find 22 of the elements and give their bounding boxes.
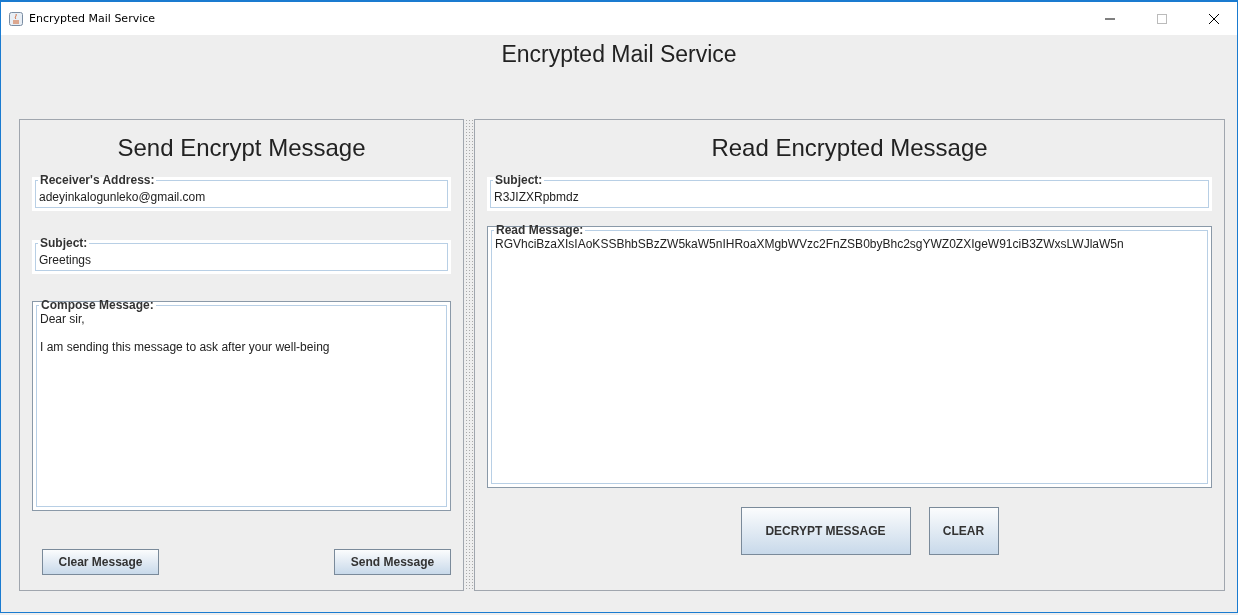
field-label: Receiver's Address: [39,173,156,187]
field-label: Compose Message: [40,298,155,312]
address-field[interactable]: Receiver's Address: adeyinkalogunleko@gmail.com [35,173,448,208]
clear-button[interactable]: CLEAR [928,507,999,555]
field-label: Subject: [494,173,544,187]
field-label: Read Message: [495,223,585,237]
send-button[interactable]: Send Message [334,549,451,575]
panel-title: Read Encrypted Message [710,134,989,162]
window-title: Encrypted Mail Service [29,12,157,25]
subject-field[interactable]: Subject: R3JIZXRpbmdz [490,173,1209,208]
text-input[interactable]: RGVhciBzaXIsIAoKSSBhbSBzZW5kaW5nIHRoaXMgbWVzc2FnZSB0byBhc2sgYWZ0ZXIgeW91ciB3ZWxsLWJlaW5n [495,237,1204,477]
clear-button[interactable]: Clear Message [42,549,159,575]
text-input[interactable]: Greetings [39,252,444,268]
text-input[interactable]: R3JIZXRpbmdz [494,189,1205,205]
decrypt-button[interactable]: DECRYPT MESSAGE [740,507,911,555]
subject-field[interactable]: Subject: Greetings [35,236,448,271]
panel-title: Send Encrypt Message [116,134,367,162]
text-input[interactable]: adeyinkalogunleko@gmail.com [39,189,444,205]
app-icon [9,11,23,26]
app-heading: Encrypted Mail Service [500,41,738,69]
text-input[interactable]: Dear sir, I am sending this message to ask after your well-being [40,312,443,500]
field-label: Subject: [39,236,89,250]
